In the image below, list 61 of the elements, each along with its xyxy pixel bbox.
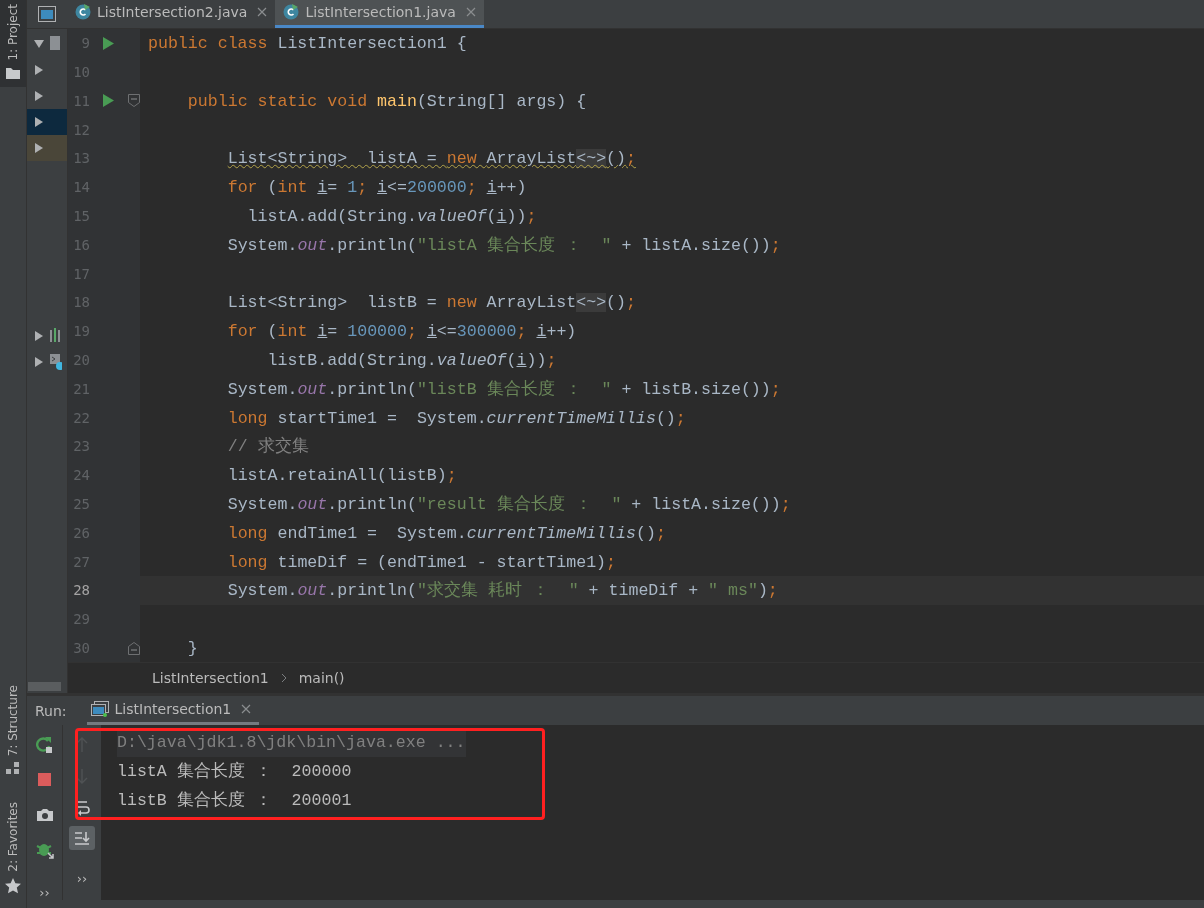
code-line: listB.add(String.valueOf(i)); <box>266 351 557 371</box>
expand-arrow-icon[interactable] <box>34 142 44 153</box>
code-line: System.out.println("result 集合长度 ： " + listA.size()); <box>226 495 791 515</box>
code-line: long timeDif = (endTime1 - startTime1); <box>226 552 617 572</box>
close-icon[interactable] <box>257 7 268 18</box>
panel-title: Run: <box>34 702 68 719</box>
code-line: for (int i= 1; i<=200000; i++) <box>226 178 527 198</box>
bug-icon <box>35 841 54 860</box>
expand-arrow-icon[interactable] <box>34 90 44 101</box>
file-icon <box>50 35 62 52</box>
console-icon <box>50 353 62 370</box>
toolbar-button[interactable] <box>69 826 95 851</box>
code-line: long startTime1 = System.currentTimeMillis(); <box>226 408 686 428</box>
output-line: listB 集合长度 ： 200001 <box>117 789 352 813</box>
java-class-icon <box>75 4 91 21</box>
run-config-icon <box>90 701 109 718</box>
rerun-icon <box>35 736 54 755</box>
code-line: long endTime1 = System.currentTimeMillis(); <box>226 523 666 543</box>
breadcrumb[interactable]: main() <box>298 670 345 687</box>
expand-arrow-icon[interactable] <box>34 356 44 367</box>
editor-tab[interactable]: ListIntersection1.java <box>275 0 484 28</box>
code-line: List<String> listA = new ArrayList<~>(); <box>226 149 636 169</box>
code-line: public static void main(String[] args) { <box>186 91 587 111</box>
tool-window-label[interactable]: 7: Structure <box>6 684 20 757</box>
expand-arrow-icon[interactable] <box>34 330 44 341</box>
line-number: 28 <box>72 582 90 599</box>
collapse-arrow-icon[interactable] <box>34 38 44 49</box>
code-line: listA.add(String.valueOf(i)); <box>246 207 537 227</box>
fold-marker-icon[interactable] <box>128 641 140 655</box>
code-line: public class ListIntersection1 { <box>148 34 467 54</box>
run-icon[interactable] <box>102 94 114 108</box>
expand-arrow-icon[interactable] <box>34 116 44 127</box>
fold-marker-icon[interactable] <box>128 94 140 108</box>
code-line: System.out.println("listB 集合长度 ： " + listB.size()); <box>226 379 781 399</box>
tree-row[interactable] <box>27 134 67 161</box>
code-line: // 求交集 <box>226 437 309 457</box>
code-line: for (int i= 100000; i<=300000; i++) <box>226 322 577 342</box>
run-icon[interactable] <box>102 36 114 50</box>
expand-arrow-icon[interactable] <box>34 64 44 75</box>
tool-window-label[interactable]: 2: Favorites <box>6 802 20 872</box>
tree-row[interactable] <box>27 108 67 135</box>
star-icon[interactable] <box>5 878 21 894</box>
project-view-icon[interactable] <box>38 5 56 22</box>
output-line: listA 集合长度 ： 200000 <box>117 760 352 784</box>
code-line: } <box>186 639 198 659</box>
structure-icon[interactable] <box>6 762 20 775</box>
code-line: System.out.println("listA 集合长度 ： " + listA.size()); <box>226 235 781 255</box>
code-line: listA.retainAll(listB); <box>226 466 457 486</box>
chevron-icon <box>280 673 287 684</box>
code-line: List<String> listB = new ArrayList<~>(); <box>226 293 636 313</box>
editor-tab[interactable]: ListIntersection2.java <box>67 0 276 28</box>
more-button[interactable]: ›› <box>31 885 58 901</box>
folder-icon[interactable] <box>6 66 20 79</box>
close-icon[interactable] <box>241 704 252 715</box>
scroll-to-end-icon <box>73 829 91 848</box>
more-button[interactable]: ›› <box>69 871 95 887</box>
breadcrumb[interactable]: ListIntersection1 <box>152 670 269 687</box>
bar-chart-icon <box>50 327 62 344</box>
scrollbar-thumb[interactable] <box>28 682 61 692</box>
java-class-icon <box>283 4 300 21</box>
code-line: System.out.println("求交集 耗时 ： " + timeDif + " ms"); <box>226 581 778 601</box>
